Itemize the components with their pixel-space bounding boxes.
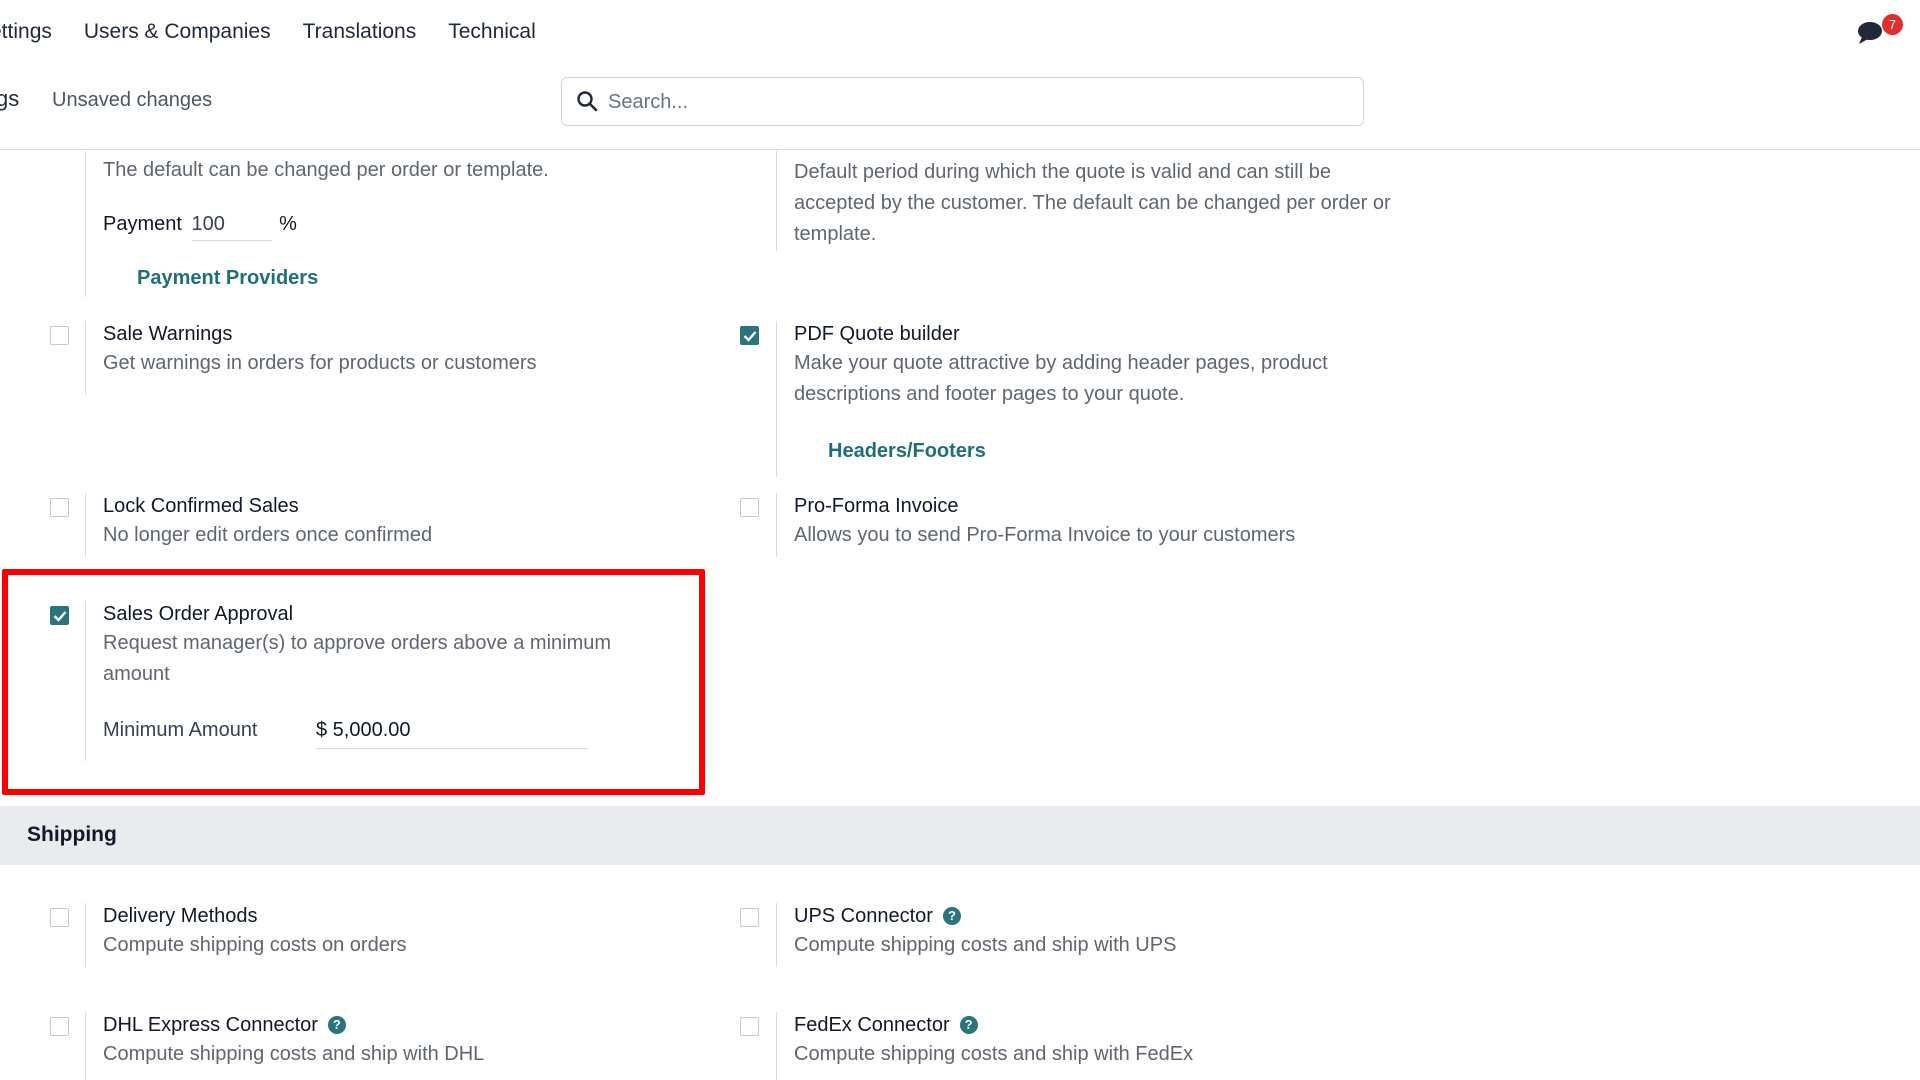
search-box[interactable] xyxy=(561,77,1364,126)
payment-description: The default can be changed per order or … xyxy=(103,159,549,181)
control-panel: gs Unsaved changes xyxy=(0,62,1920,150)
checkmark-icon xyxy=(743,331,757,342)
lock-confirmed-sales-title: Lock Confirmed Sales xyxy=(103,495,299,517)
quote-validity-description: Default period during which the quote is… xyxy=(794,161,1391,245)
ups-connector-description: Compute shipping costs and ship with UPS xyxy=(794,934,1177,956)
message-count-badge: 7 xyxy=(1882,14,1903,35)
nav-translations[interactable]: Translations xyxy=(303,20,417,44)
sale-warnings-description: Get warnings in orders for products or c… xyxy=(103,352,537,374)
nav-users-companies[interactable]: Users & Companies xyxy=(84,20,271,44)
pro-forma-invoice-description: Allows you to send Pro-Forma Invoice to … xyxy=(794,524,1296,546)
help-icon[interactable]: ? xyxy=(959,1016,978,1034)
search-icon xyxy=(577,91,598,112)
ups-connector-label: UPS Connector xyxy=(794,905,933,927)
sales-order-approval-description: Request manager(s) to approve orders abo… xyxy=(103,632,612,685)
minimum-amount-label: Minimum Amount xyxy=(103,719,258,741)
dhl-connector-title: DHL Express Connector? xyxy=(103,1014,346,1037)
sales-order-approval-checkbox[interactable] xyxy=(50,606,69,625)
help-icon[interactable]: ? xyxy=(942,907,961,925)
dhl-connector-label: DHL Express Connector xyxy=(103,1014,318,1036)
breadcrumb[interactable]: gs xyxy=(0,86,19,112)
pdf-quote-builder-checkbox[interactable] xyxy=(740,326,759,345)
payment-amount-input[interactable]: 100 xyxy=(191,213,272,241)
pro-forma-invoice-title: Pro-Forma Invoice xyxy=(794,495,959,517)
payment-row: Payment 100 % xyxy=(103,213,297,241)
fedex-connector-description: Compute shipping costs and ship with Fed… xyxy=(794,1043,1194,1065)
setting-divider xyxy=(85,601,86,761)
sale-warnings-checkbox[interactable] xyxy=(50,326,69,345)
delivery-methods-title: Delivery Methods xyxy=(103,905,258,927)
shipping-section-header: Shipping xyxy=(0,806,1920,865)
setting-divider xyxy=(85,903,86,967)
setting-divider xyxy=(776,1012,777,1080)
sales-order-approval-title: Sales Order Approval xyxy=(103,603,294,625)
dhl-connector-checkbox[interactable] xyxy=(50,1017,69,1036)
unsaved-changes-indicator: Unsaved changes xyxy=(52,89,213,111)
setting-divider xyxy=(85,493,86,557)
fedex-connector-checkbox[interactable] xyxy=(740,1017,759,1036)
setting-divider xyxy=(85,151,86,297)
top-menu-bar: ettings Users & Companies Translations T… xyxy=(0,0,1920,62)
nav-technical[interactable]: Technical xyxy=(448,20,536,44)
main-nav: ettings Users & Companies Translations T… xyxy=(0,18,568,46)
ups-connector-checkbox[interactable] xyxy=(740,908,759,927)
settings-content: The default can be changed per order or … xyxy=(0,151,1920,1080)
dhl-connector-description: Compute shipping costs and ship with DHL xyxy=(103,1043,485,1065)
payment-providers-link[interactable]: Payment Providers xyxy=(137,267,318,290)
sale-warnings-title: Sale Warnings xyxy=(103,323,233,345)
setting-divider xyxy=(776,903,777,967)
section-title: Shipping xyxy=(27,823,117,846)
setting-divider xyxy=(85,321,86,395)
percent-label: % xyxy=(279,213,297,235)
lock-confirmed-sales-description: No longer edit orders once confirmed xyxy=(103,524,433,546)
help-icon[interactable]: ? xyxy=(327,1016,346,1034)
fedex-connector-label: FedEx Connector xyxy=(794,1014,950,1036)
messages-button[interactable]: 7 xyxy=(1856,14,1903,48)
pdf-quote-builder-title: PDF Quote builder xyxy=(794,323,960,345)
payment-label: Payment xyxy=(103,213,182,235)
setting-divider xyxy=(776,321,777,477)
pro-forma-invoice-checkbox[interactable] xyxy=(740,498,759,517)
minimum-amount-input[interactable]: $ 5,000.00 xyxy=(316,719,588,749)
lock-confirmed-sales-checkbox[interactable] xyxy=(50,498,69,517)
headers-footers-link[interactable]: Headers/Footers xyxy=(828,440,986,463)
ups-connector-title: UPS Connector? xyxy=(794,905,961,928)
delivery-methods-checkbox[interactable] xyxy=(50,908,69,927)
nav-settings[interactable]: ettings xyxy=(0,20,52,44)
setting-divider xyxy=(776,151,777,251)
pdf-quote-builder-description: Make your quote attractive by adding hea… xyxy=(794,352,1328,405)
setting-divider xyxy=(85,1012,86,1080)
fedex-connector-title: FedEx Connector? xyxy=(794,1014,978,1037)
search-input[interactable] xyxy=(608,86,1348,118)
delivery-methods-description: Compute shipping costs on orders xyxy=(103,934,407,956)
setting-divider xyxy=(776,493,777,557)
checkmark-icon xyxy=(53,611,67,622)
